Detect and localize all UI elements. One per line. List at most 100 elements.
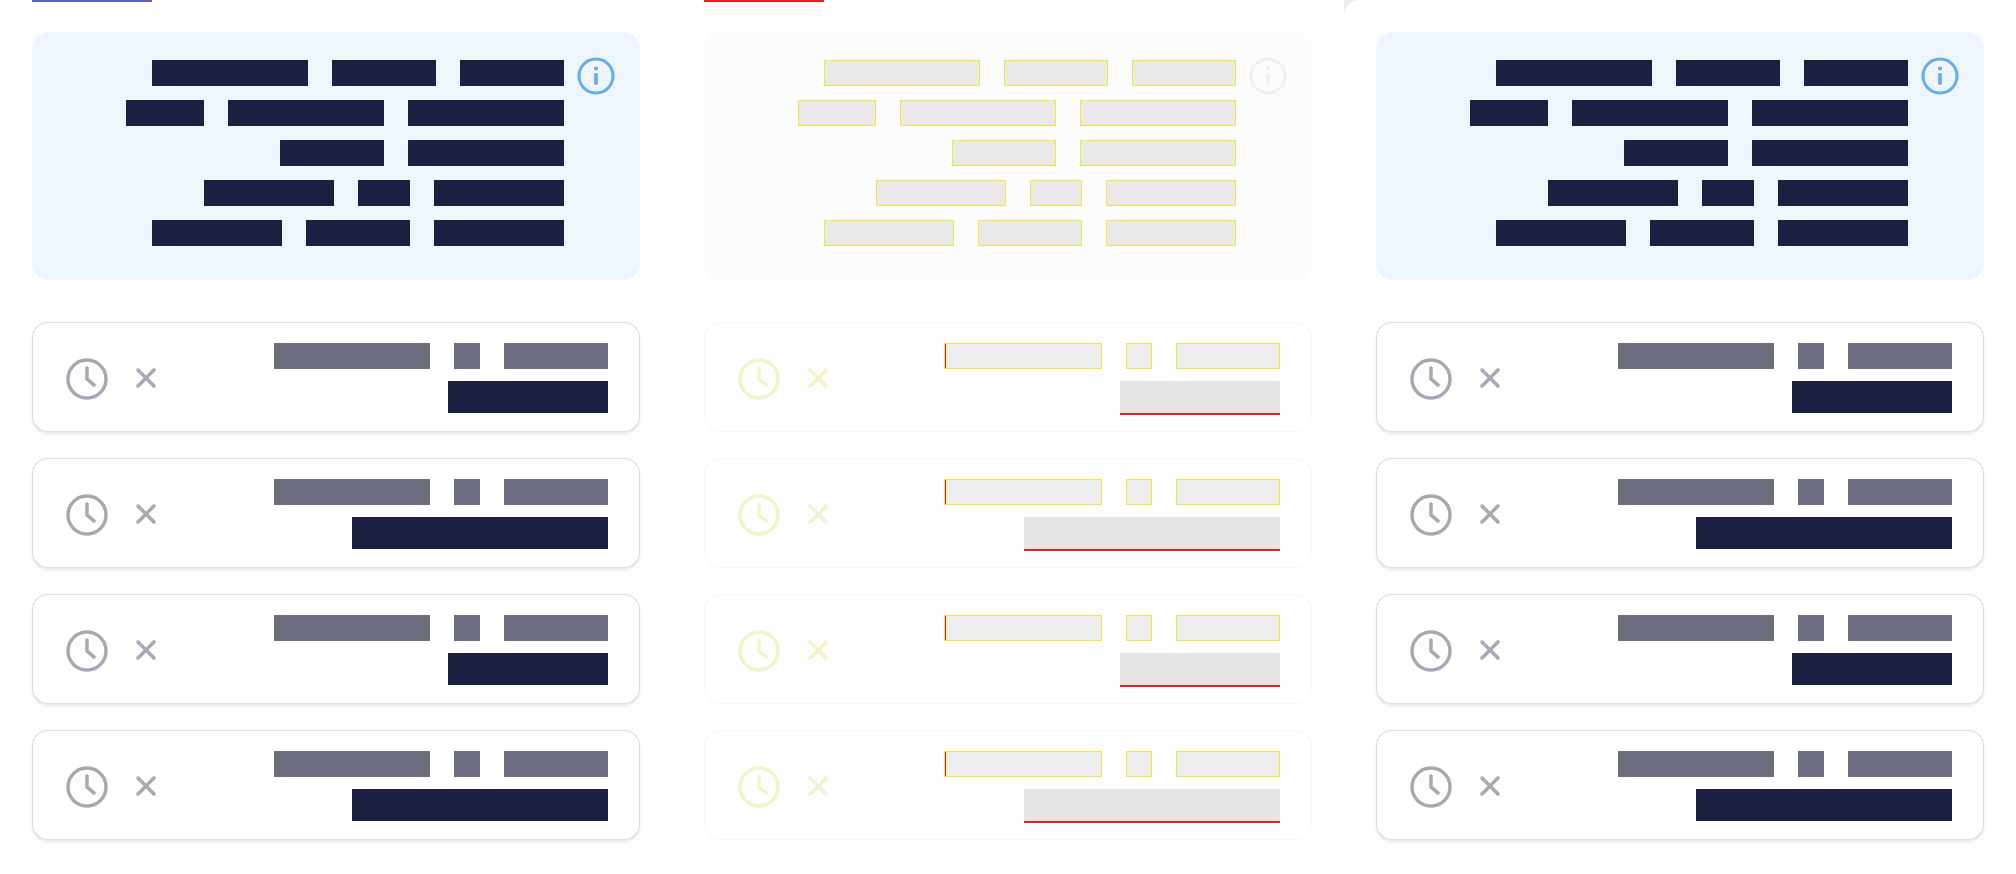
redacted-text: █████████ [434, 220, 564, 246]
redacted-meta: ███████ [504, 751, 608, 777]
history-item[interactable]: ████████████████████████████████████ [704, 730, 1312, 840]
close-icon[interactable] [805, 365, 831, 391]
info-line: ███████████████████████ [204, 180, 564, 206]
redacted-meta: ██████████ [944, 751, 1102, 777]
history-item-result: ███████████ [448, 381, 608, 418]
history-item[interactable]: ████████████████████████████████████ [1376, 730, 1984, 840]
info-card: ████████████████████████████████████████… [32, 32, 640, 280]
history-item[interactable]: █████████████████████████████ [1376, 322, 1984, 432]
history-item[interactable]: ████████████████████████████████████ [1376, 458, 1984, 568]
close-icon[interactable] [1477, 773, 1503, 799]
redacted-meta: █ [454, 343, 480, 369]
history-item[interactable]: ████████████████████████████████████ [704, 458, 1312, 568]
close-icon[interactable] [133, 501, 159, 527]
info-line: █████████████████████████ [1496, 220, 1908, 246]
redacted-result: ███████████ [448, 653, 608, 685]
close-icon[interactable] [1477, 501, 1503, 527]
redacted-text: ███████████ [824, 60, 980, 86]
close-icon[interactable] [133, 637, 159, 663]
redacted-meta: █ [1798, 343, 1824, 369]
redacted-text: ███████████ [1752, 140, 1908, 166]
close-icon[interactable] [133, 773, 159, 799]
redacted-text: ███████████ [1778, 180, 1908, 206]
history-item[interactable]: ████████████████████████████████████ [32, 458, 640, 568]
info-line: █████████████████████ [1624, 140, 1908, 166]
info-line: █████████████████████████ [824, 220, 1236, 246]
redacted-text: █████████ [876, 180, 1006, 206]
history-item[interactable]: █████████████████████████████ [32, 594, 640, 704]
redacted-meta: ██████████ [944, 479, 1102, 505]
redacted-text: ███████ [1650, 220, 1754, 246]
redacted-text: █████████ [824, 220, 954, 246]
history-item[interactable]: █████████████████████████████ [32, 322, 640, 432]
redacted-meta: █ [1126, 751, 1152, 777]
redacted-result: ██████████████████ [1024, 789, 1280, 823]
redacted-meta: ██████████ [944, 343, 1102, 369]
info-line: ████████████████████████████ [798, 100, 1236, 126]
redacted-meta: ███████ [504, 343, 608, 369]
redacted-meta: ███████ [1848, 751, 1952, 777]
panel-top-indicator [32, 0, 152, 2]
redacted-text: ███████ [332, 60, 436, 86]
redacted-meta: ███████ [504, 615, 608, 641]
clock-icon [1409, 765, 1453, 809]
history-item-meta: ██████████████████ [274, 479, 608, 505]
close-icon[interactable] [1477, 637, 1503, 663]
redacted-result: ██████████████████ [1696, 789, 1952, 821]
redacted-meta: ██████████ [1618, 615, 1774, 641]
info-icon[interactable] [1248, 56, 1288, 96]
redacted-text: ███████████ [434, 180, 564, 206]
close-icon[interactable] [805, 773, 831, 799]
history-item-meta: ██████████████████ [274, 751, 608, 777]
close-icon[interactable] [133, 365, 159, 391]
history-item-result: ██████████████████ [1696, 517, 1952, 554]
info-line: ████████████████████████████ [1470, 100, 1908, 126]
redacted-result: ██████████████████ [1024, 517, 1280, 551]
redacted-text: ███████ [978, 220, 1082, 246]
history-item[interactable]: █████████████████████████████ [1376, 594, 1984, 704]
clock-icon [65, 493, 109, 537]
redacted-text: █████████ [152, 220, 282, 246]
history-item[interactable]: █████████████████████████████ [704, 322, 1312, 432]
redacted-text: ███████ [1004, 60, 1108, 86]
info-line: █████████████████████████ [824, 60, 1236, 86]
history-item[interactable]: █████████████████████████████ [704, 594, 1312, 704]
close-icon[interactable] [1477, 365, 1503, 391]
redacted-meta: ███████ [1176, 751, 1280, 777]
redacted-meta: ██████████ [1618, 751, 1774, 777]
redacted-text: ███ [1030, 180, 1082, 206]
history-item-meta: ██████████████████ [1618, 343, 1952, 369]
history-item-meta: ██████████████████ [944, 479, 1280, 505]
redacted-meta: █ [454, 751, 480, 777]
info-text: ████████████████████████████████████████… [1470, 60, 1908, 246]
info-icon[interactable] [1920, 56, 1960, 96]
redacted-text: ███████████ [228, 100, 384, 126]
history-item-meta: ██████████████████ [944, 751, 1280, 777]
info-line: █████████████████████████ [152, 220, 564, 246]
redacted-meta: ███████ [1176, 479, 1280, 505]
clock-icon [1409, 629, 1453, 673]
redacted-text: ████████████ [1752, 100, 1908, 126]
redacted-meta: █ [1798, 751, 1824, 777]
info-icon[interactable] [576, 56, 616, 96]
redacted-text: ████████████ [408, 100, 564, 126]
redacted-text: ███████ [1132, 60, 1236, 86]
redacted-result: ███████████ [1120, 653, 1280, 687]
close-icon[interactable] [805, 637, 831, 663]
redacted-meta: █ [1126, 479, 1152, 505]
redacted-text: ███ [358, 180, 410, 206]
redacted-meta: ██████████ [1618, 343, 1774, 369]
history-item-meta: ██████████████████ [274, 615, 608, 641]
redacted-meta: ███████ [1848, 479, 1952, 505]
redacted-result: ███████████ [1120, 381, 1280, 415]
redacted-meta: ███████ [1176, 615, 1280, 641]
history-item[interactable]: ████████████████████████████████████ [32, 730, 640, 840]
redacted-result: ███████████ [448, 381, 608, 413]
history-item-meta: ██████████████████ [274, 343, 608, 369]
panel-top-indicator [704, 0, 824, 2]
history-list: ████████████████████████████████████████… [1376, 322, 1984, 840]
close-icon[interactable] [805, 501, 831, 527]
redacted-meta: █ [454, 479, 480, 505]
redacted-text: ███████ [306, 220, 410, 246]
clock-icon [737, 629, 781, 673]
